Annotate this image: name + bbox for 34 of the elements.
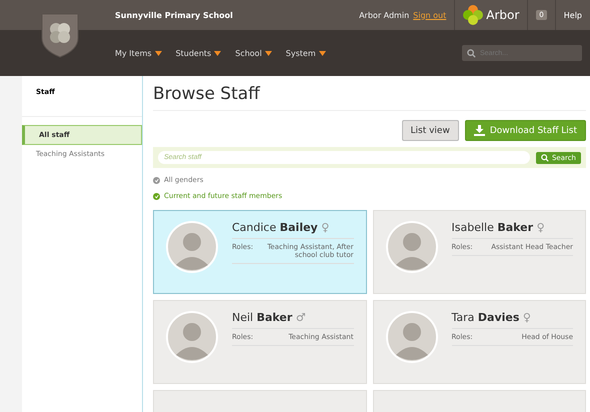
staff-name: Neil Baker bbox=[232, 311, 292, 324]
school-name: Sunnyville Primary School bbox=[115, 10, 233, 20]
list-view-button[interactable]: List view bbox=[402, 120, 459, 141]
gender-symbol: ♀ bbox=[522, 311, 531, 324]
caret-icon bbox=[318, 50, 326, 56]
sign-out-link[interactable]: Sign out bbox=[413, 10, 446, 20]
avatar-icon bbox=[166, 311, 218, 363]
arbor-logo-icon bbox=[463, 5, 484, 25]
gender-symbol: ♀ bbox=[536, 221, 545, 234]
nav-menu-item[interactable]: Students bbox=[176, 48, 222, 58]
page-title: Browse Staff bbox=[153, 76, 586, 111]
staff-card[interactable] bbox=[372, 390, 586, 412]
staff-card[interactable] bbox=[153, 390, 366, 412]
avatar-icon bbox=[166, 221, 218, 273]
staff-name: Tara Davies bbox=[452, 311, 520, 324]
download-icon bbox=[474, 125, 485, 136]
user-name: Arbor Admin bbox=[359, 10, 410, 20]
staff-name: Isabelle Baker bbox=[452, 221, 534, 234]
help-link[interactable]: Help bbox=[556, 10, 590, 20]
nav-menu-item[interactable]: My Items bbox=[115, 48, 162, 58]
search-icon bbox=[540, 154, 549, 162]
gender-symbol: ♀ bbox=[321, 221, 330, 234]
caret-icon bbox=[154, 50, 162, 56]
nav-menu-item[interactable]: System bbox=[286, 48, 326, 58]
avatar-icon bbox=[386, 221, 438, 273]
filter-dot-icon bbox=[153, 176, 160, 184]
caret-icon bbox=[214, 50, 222, 56]
avatar-icon bbox=[386, 311, 438, 363]
filter-dot-icon bbox=[153, 192, 160, 200]
caret-icon bbox=[264, 50, 272, 56]
nav-menu-item[interactable]: School bbox=[235, 48, 272, 58]
brand-name: Arbor bbox=[486, 8, 520, 22]
staff-name: Candice Bailey bbox=[232, 221, 318, 234]
gender-symbol: ♂ bbox=[296, 311, 306, 324]
